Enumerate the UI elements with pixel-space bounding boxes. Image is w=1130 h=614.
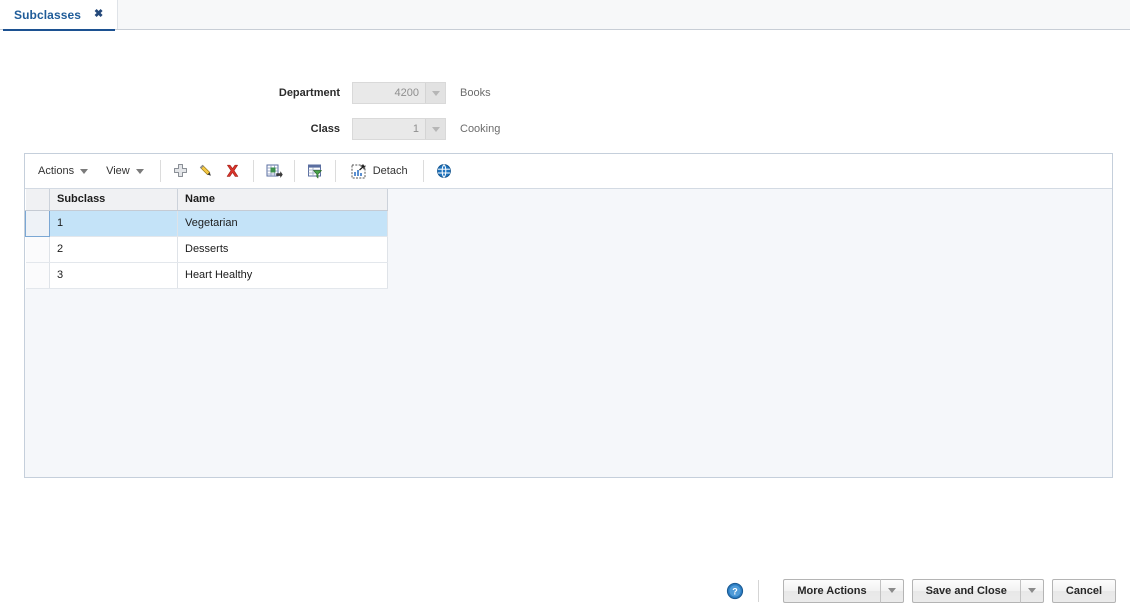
toolbar-divider bbox=[334, 160, 336, 182]
more-actions-dropdown-button[interactable] bbox=[879, 578, 904, 603]
chevron-down-icon bbox=[80, 168, 89, 174]
column-header-subclass[interactable]: Subclass bbox=[49, 189, 178, 211]
tab-close-icon[interactable]: ✖ bbox=[94, 9, 103, 20]
tab-bar: Subclasses ✖ bbox=[0, 0, 1130, 30]
actions-menu[interactable]: Actions bbox=[25, 154, 97, 188]
save-and-close-button[interactable]: Save and Close bbox=[911, 578, 1020, 603]
query-by-example-button[interactable] bbox=[302, 158, 328, 184]
footer-bar: ? More Actions Save and Close Cancel bbox=[0, 567, 1130, 614]
grid-toolbar: Actions View Detach bbox=[25, 154, 1112, 189]
export-to-excel-icon bbox=[266, 164, 283, 178]
chevron-down-icon bbox=[431, 126, 440, 132]
help-icon: ? bbox=[727, 582, 744, 599]
subclasses-panel: Actions View Detach Subclass Name 1 Vege… bbox=[24, 153, 1113, 478]
cancel-button[interactable]: Cancel bbox=[1051, 578, 1116, 603]
class-label: Class bbox=[310, 123, 340, 135]
add-icon bbox=[174, 163, 188, 177]
cell-subclass[interactable]: 1 bbox=[49, 210, 178, 237]
department-field-wrap[interactable] bbox=[352, 82, 446, 104]
department-description: Books bbox=[460, 87, 491, 99]
table-row[interactable]: 2 Desserts bbox=[25, 236, 388, 263]
chevron-down-icon bbox=[1027, 588, 1036, 593]
toolbar-divider bbox=[252, 160, 254, 182]
table-header-row: Subclass Name bbox=[25, 189, 388, 211]
tab-subclasses-label: Subclasses bbox=[14, 7, 82, 22]
more-actions-split-button: More Actions bbox=[783, 578, 904, 603]
edit-icon bbox=[200, 164, 212, 176]
cell-subclass[interactable]: 2 bbox=[49, 236, 178, 263]
delete-icon bbox=[227, 164, 239, 177]
edit-button[interactable] bbox=[194, 158, 220, 184]
row-selector-handle[interactable] bbox=[25, 236, 50, 263]
class-row: Class Cooking bbox=[0, 118, 1130, 140]
more-actions-button[interactable]: More Actions bbox=[783, 578, 880, 603]
department-input[interactable] bbox=[353, 83, 425, 103]
help-button[interactable]: ? bbox=[726, 582, 744, 600]
chevron-down-icon bbox=[887, 588, 896, 593]
class-input[interactable] bbox=[353, 119, 425, 139]
cell-name[interactable]: Heart Healthy bbox=[177, 262, 388, 289]
query-by-example-icon bbox=[307, 164, 322, 178]
delete-button[interactable] bbox=[220, 158, 246, 184]
chevron-down-icon bbox=[135, 168, 144, 174]
detach-icon bbox=[351, 164, 366, 178]
class-dropdown-button[interactable] bbox=[425, 119, 445, 139]
chevron-down-icon bbox=[431, 90, 440, 96]
export-to-excel-button[interactable] bbox=[261, 158, 287, 184]
save-and-close-split-button: Save and Close bbox=[911, 578, 1044, 603]
view-menu[interactable]: View bbox=[97, 154, 153, 188]
cell-name[interactable]: Vegetarian bbox=[177, 210, 388, 237]
detach-button[interactable]: Detach bbox=[343, 158, 416, 184]
column-header-name[interactable]: Name bbox=[177, 189, 388, 211]
header-form: Department Books Class Cooking bbox=[0, 30, 1130, 140]
class-field-wrap[interactable] bbox=[352, 118, 446, 140]
tab-subclasses[interactable]: Subclasses ✖ bbox=[0, 0, 119, 29]
department-label: Department bbox=[278, 87, 340, 99]
subclasses-grid: Subclass Name 1 Vegetarian 2 Desserts 3 bbox=[25, 189, 1112, 289]
cell-name[interactable]: Desserts bbox=[177, 236, 388, 263]
translate-button[interactable] bbox=[431, 158, 457, 184]
row-selector-handle[interactable] bbox=[25, 209, 50, 237]
subclasses-table: Subclass Name 1 Vegetarian 2 Desserts 3 bbox=[25, 189, 388, 289]
actions-menu-label: Actions bbox=[38, 165, 75, 177]
department-row: Department Books bbox=[0, 82, 1130, 104]
toolbar-divider bbox=[293, 160, 295, 182]
view-menu-label: View bbox=[106, 165, 130, 177]
toolbar-divider bbox=[422, 160, 424, 182]
department-dropdown-button[interactable] bbox=[425, 83, 445, 103]
cell-subclass[interactable]: 3 bbox=[49, 262, 178, 289]
globe-icon bbox=[436, 164, 451, 178]
class-description: Cooking bbox=[460, 123, 501, 135]
table-row[interactable]: 3 Heart Healthy bbox=[25, 262, 388, 289]
add-button[interactable] bbox=[168, 158, 194, 184]
table-header: Subclass Name bbox=[25, 189, 388, 211]
row-handle-header bbox=[25, 189, 50, 211]
tab-active-indicator bbox=[3, 29, 115, 31]
footer-divider bbox=[758, 579, 760, 602]
table-row[interactable]: 1 Vegetarian bbox=[25, 209, 388, 237]
table-body: 1 Vegetarian 2 Desserts 3 Heart Healthy bbox=[25, 209, 388, 289]
save-and-close-dropdown-button[interactable] bbox=[1019, 578, 1044, 603]
svg-text:?: ? bbox=[733, 586, 739, 596]
detach-label: Detach bbox=[372, 165, 408, 177]
row-selector-handle[interactable] bbox=[25, 262, 50, 289]
tab-bar-filler bbox=[118, 0, 1130, 29]
toolbar-divider bbox=[159, 160, 161, 182]
